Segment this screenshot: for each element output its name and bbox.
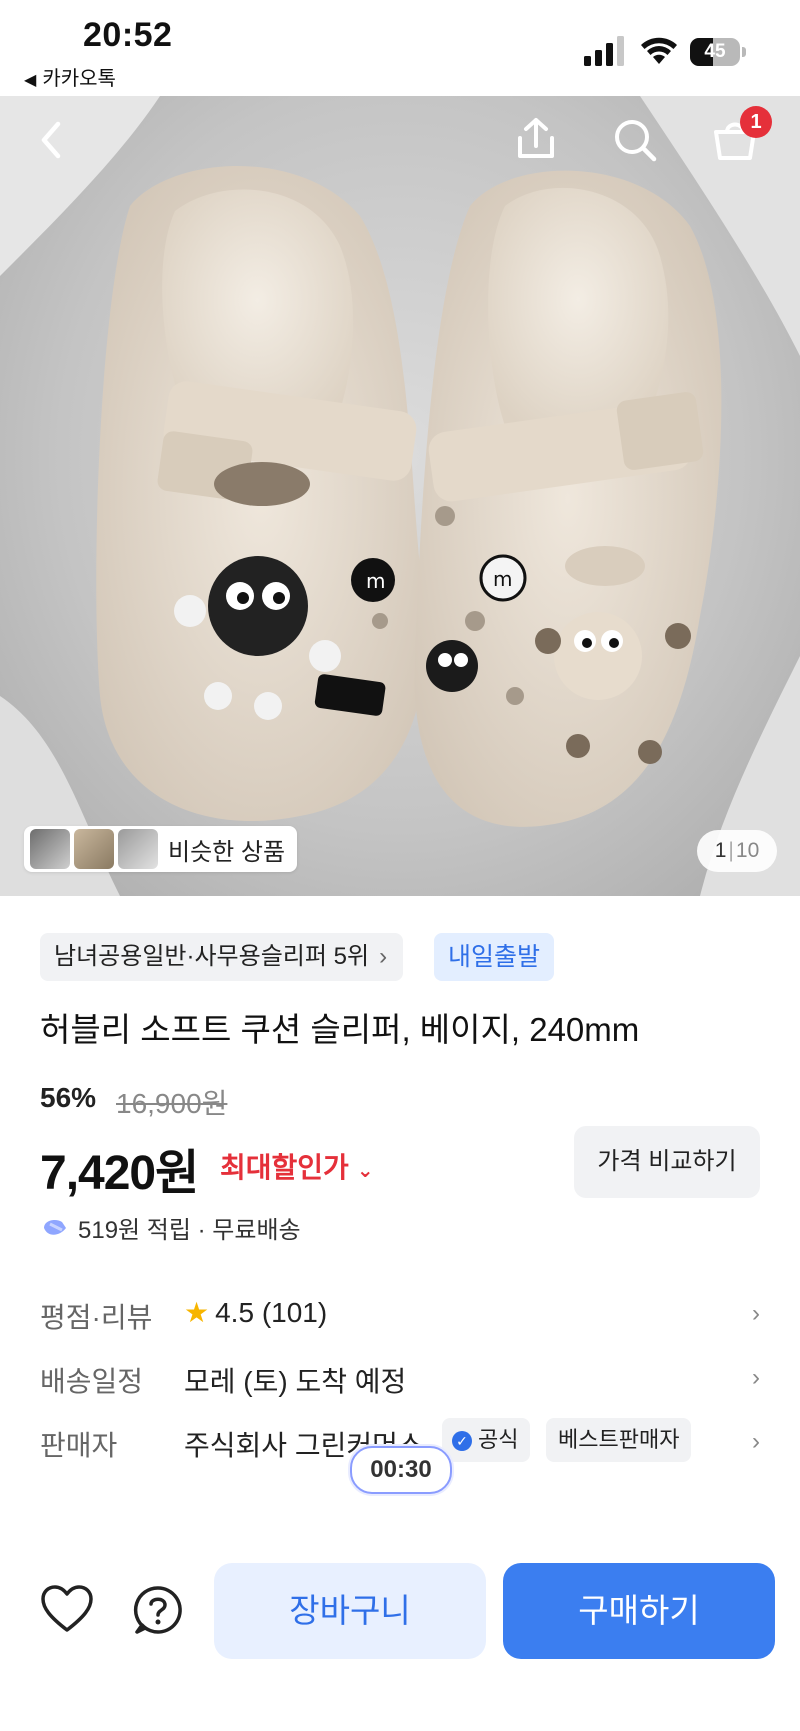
wifi-icon	[641, 37, 677, 64]
share-icon[interactable]	[514, 116, 558, 162]
cash-gem-icon	[44, 1219, 66, 1235]
similar-thumb-2	[74, 829, 114, 869]
verified-check-icon: ✓	[452, 1431, 472, 1452]
heart-icon[interactable]	[40, 1584, 94, 1634]
shipping-chip: 내일출발	[434, 933, 555, 981]
similar-products-button[interactable]: 비슷한 상품	[24, 826, 298, 872]
svg-text:m: m	[493, 567, 512, 591]
search-icon[interactable]	[610, 116, 660, 164]
cart-count-badge: 1	[740, 106, 772, 138]
chevron-right-icon: ›	[379, 943, 388, 970]
category-rank-label: 남녀공용일반·사무용슬리퍼 5위	[54, 943, 370, 970]
chevron-right-icon: ›	[752, 1300, 760, 1327]
original-price: 16,900원	[116, 1088, 228, 1119]
product-title: 허블리 소프트 쿠션 슬리퍼, 베이지, 240mm	[40, 1011, 640, 1048]
back-to-app-link[interactable]: ◀ 카카오톡	[24, 62, 116, 91]
status-bar: 20:52 ◀ 카카오톡 45	[0, 0, 800, 96]
help-question-icon[interactable]	[132, 1584, 184, 1636]
chevron-right-icon: ›	[752, 1428, 760, 1455]
product-image-carousel[interactable]: m m	[0, 96, 800, 896]
battery-icon: 45	[690, 38, 746, 66]
svg-text:m: m	[366, 569, 385, 593]
sale-price: 7,420원	[40, 1147, 199, 1200]
official-badge: ✓ 공식	[442, 1418, 531, 1462]
product-photo: m m	[0, 96, 800, 896]
clock: 20:52	[83, 16, 173, 54]
delivery-key: 배송일정	[40, 1366, 144, 1397]
chevron-down-icon: ⌄	[356, 1160, 374, 1182]
seller-key: 판매자	[40, 1430, 118, 1461]
cellular-signal-icon	[584, 36, 624, 66]
pager-total: 10	[735, 839, 760, 862]
official-badge-label: 공식	[478, 1427, 519, 1452]
discount-rate: 56%	[40, 1082, 97, 1113]
best-seller-badge: 베스트판매자	[546, 1418, 692, 1462]
max-discount-toggle[interactable]: 최대할인가 ⌄	[220, 1146, 374, 1186]
back-triangle-icon: ◀	[24, 72, 37, 89]
battery-percent: 45	[704, 41, 726, 62]
rating-row[interactable]: 평점·리뷰 ★ 4.5 (101) ›	[40, 1288, 760, 1336]
reward-text: 519원 적립 · 무료배송	[78, 1217, 301, 1244]
similar-thumb-3	[118, 829, 158, 869]
category-rank-chip[interactable]: 남녀공용일반·사무용슬리퍼 5위 ›	[40, 933, 404, 981]
chevron-right-icon: ›	[752, 1364, 760, 1391]
back-app-label: 카카오톡	[42, 68, 116, 90]
delivery-value: 모레 (토) 도착 예정	[184, 1366, 407, 1397]
rating-value: 4.5 (101)	[215, 1297, 328, 1328]
reward-info: 519원 적립 · 무료배송	[40, 1210, 301, 1245]
star-icon: ★	[184, 1297, 210, 1328]
timer-badge: 00:30	[350, 1446, 452, 1494]
back-arrow-icon[interactable]	[36, 118, 68, 162]
compare-price-button[interactable]: 가격 비교하기	[574, 1126, 760, 1198]
rating-key: 평점·리뷰	[40, 1302, 153, 1333]
similar-products-label: 비슷한 상품	[168, 838, 286, 866]
delivery-row[interactable]: 배송일정 모레 (토) 도착 예정 ›	[40, 1352, 760, 1400]
buy-now-button[interactable]: 구매하기	[503, 1563, 775, 1659]
image-pager: 1|10	[697, 830, 777, 872]
similar-thumb-1	[30, 829, 70, 869]
add-to-cart-button[interactable]: 장바구니	[214, 1563, 486, 1659]
max-discount-label: 최대할인가	[220, 1152, 349, 1183]
pager-current: 1	[714, 839, 727, 862]
